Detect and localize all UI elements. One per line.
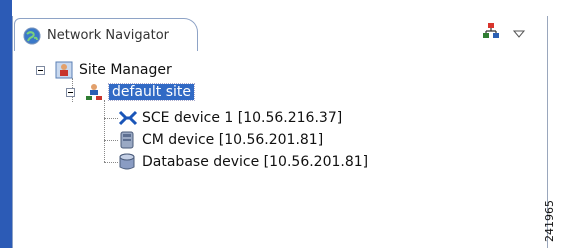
- figure-id-label: 241965: [543, 200, 556, 242]
- tab-network-navigator[interactable]: Network Navigator: [14, 18, 198, 52]
- tab-title: Network Navigator: [47, 28, 170, 43]
- database-icon: [118, 153, 136, 171]
- view-menu-button[interactable]: [508, 22, 530, 44]
- collapse-toggle[interactable]: [66, 87, 75, 97]
- site-manager-icon: [55, 61, 73, 79]
- tree-node-label-selected: default site: [108, 83, 195, 101]
- tree-node-label: SCE device 1 [10.56.216.37]: [142, 110, 343, 126]
- site-icon: [85, 83, 103, 101]
- globe-icon: [23, 27, 41, 45]
- tree-node-site-manager[interactable]: Site Manager: [36, 60, 172, 80]
- collapse-toggle[interactable]: [36, 65, 45, 75]
- tree-node-database-device[interactable]: Database device [10.56.201.81]: [118, 152, 368, 172]
- tree-connector: [104, 118, 118, 119]
- tree-node-label: Database device [10.56.201.81]: [142, 154, 369, 170]
- tree-connector: [104, 140, 118, 141]
- cm-device-icon: [118, 131, 136, 149]
- network-topology-button[interactable]: [480, 22, 502, 44]
- sce-device-icon: [118, 109, 138, 127]
- tree-node-default-site[interactable]: default site: [66, 82, 195, 102]
- tree-node-cm-device[interactable]: CM device [10.56.201.81]: [118, 130, 323, 150]
- view-menu-icon: [512, 24, 526, 43]
- tree-connector: [104, 162, 118, 163]
- tree-node-sce-device[interactable]: SCE device 1 [10.56.216.37]: [118, 108, 342, 128]
- window-frame-left: [0, 0, 12, 248]
- tree-node-label: Site Manager: [79, 62, 172, 78]
- network-topology-icon: [482, 22, 500, 44]
- tree-node-label: CM device [10.56.201.81]: [142, 132, 324, 148]
- tree-connector: [104, 100, 105, 162]
